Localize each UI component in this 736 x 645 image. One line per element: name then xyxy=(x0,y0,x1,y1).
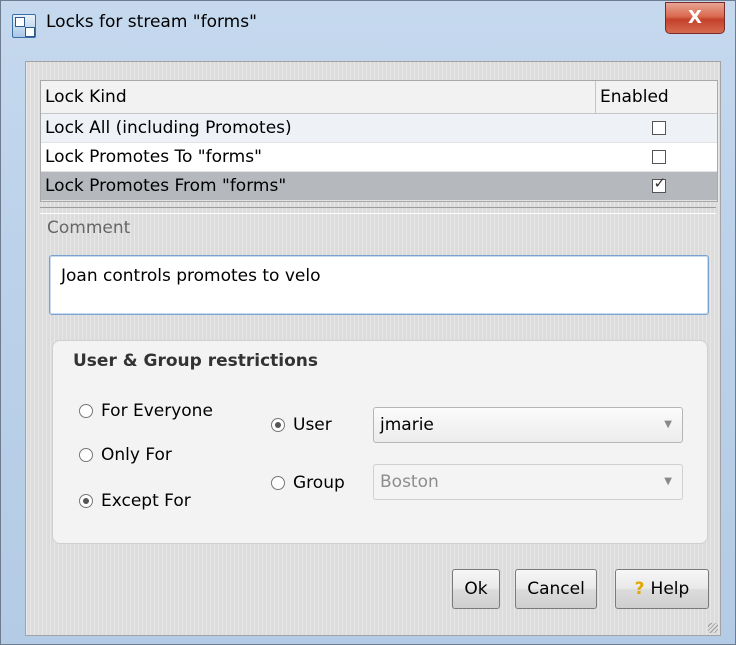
radio-icon xyxy=(79,404,93,418)
radio-icon xyxy=(79,448,93,462)
help-label: Help xyxy=(650,579,690,599)
splitter[interactable] xyxy=(40,207,716,214)
user-select-value: jmarie xyxy=(380,415,434,435)
radio-icon xyxy=(271,476,285,490)
group-select-value: Boston xyxy=(380,472,439,492)
table-header: Lock Kind Enabled xyxy=(41,81,717,114)
app-icon xyxy=(12,14,36,38)
enabled-checkbox[interactable] xyxy=(651,121,666,135)
restrictions-title: User & Group restrictions xyxy=(73,351,319,371)
chevron-down-icon: ▼ xyxy=(664,476,672,487)
comment-text: Joan controls promotes to velo xyxy=(61,266,321,286)
table-row[interactable]: Lock All (including Promotes) xyxy=(41,114,717,143)
radio-label: User xyxy=(293,415,332,435)
radio-label: Except For xyxy=(101,491,191,511)
lock-kind-cell: Lock Promotes From "forms" xyxy=(45,176,287,196)
radio-label: For Everyone xyxy=(101,401,213,421)
cancel-button[interactable]: Cancel xyxy=(515,569,597,609)
group-select[interactable]: Boston ▼ xyxy=(373,464,683,500)
ok-button[interactable]: Ok xyxy=(452,569,500,609)
dialog-body: Lock Kind Enabled Lock All (including Pr… xyxy=(25,61,721,636)
comment-field[interactable]: Joan controls promotes to velo xyxy=(49,255,709,315)
user-group-restrictions-panel: User & Group restrictions For Everyone O… xyxy=(52,340,708,544)
radio-label: Only For xyxy=(101,445,172,465)
title-bar: Locks for stream "forms" X xyxy=(1,1,735,61)
user-select[interactable]: jmarie ▼ xyxy=(373,407,683,443)
radio-group[interactable]: Group xyxy=(271,473,345,493)
table-row[interactable]: Lock Promotes To "forms" xyxy=(41,143,717,172)
ok-label: Ok xyxy=(464,579,488,599)
resize-grip[interactable] xyxy=(708,623,718,633)
enabled-checkbox[interactable] xyxy=(651,150,666,164)
radio-except-for[interactable]: Except For xyxy=(79,491,191,511)
enabled-checkbox[interactable] xyxy=(651,174,666,193)
column-header-lock-kind[interactable]: Lock Kind xyxy=(41,81,596,113)
close-button[interactable]: X xyxy=(665,2,725,34)
help-button[interactable]: ? Help xyxy=(615,569,709,609)
comment-label: Comment xyxy=(47,218,131,238)
radio-user[interactable]: User xyxy=(271,415,332,435)
help-icon: ? xyxy=(634,579,645,599)
column-header-enabled[interactable]: Enabled xyxy=(596,81,717,113)
chevron-down-icon: ▼ xyxy=(664,419,672,430)
lock-kind-cell: Lock All (including Promotes) xyxy=(45,118,292,138)
lock-kind-table: Lock Kind Enabled Lock All (including Pr… xyxy=(40,80,718,202)
cancel-label: Cancel xyxy=(527,579,585,599)
dialog-window: Locks for stream "forms" X Lock Kind Ena… xyxy=(0,0,736,645)
radio-only-for[interactable]: Only For xyxy=(79,445,172,465)
radio-for-everyone[interactable]: For Everyone xyxy=(79,401,213,421)
radio-icon xyxy=(271,418,285,432)
radio-label: Group xyxy=(293,473,345,493)
window-title: Locks for stream "forms" xyxy=(46,12,257,32)
close-icon: X xyxy=(688,7,702,28)
table-row-selected[interactable]: Lock Promotes From "forms" xyxy=(41,172,717,201)
lock-kind-cell: Lock Promotes To "forms" xyxy=(45,147,262,167)
radio-icon xyxy=(79,494,93,508)
